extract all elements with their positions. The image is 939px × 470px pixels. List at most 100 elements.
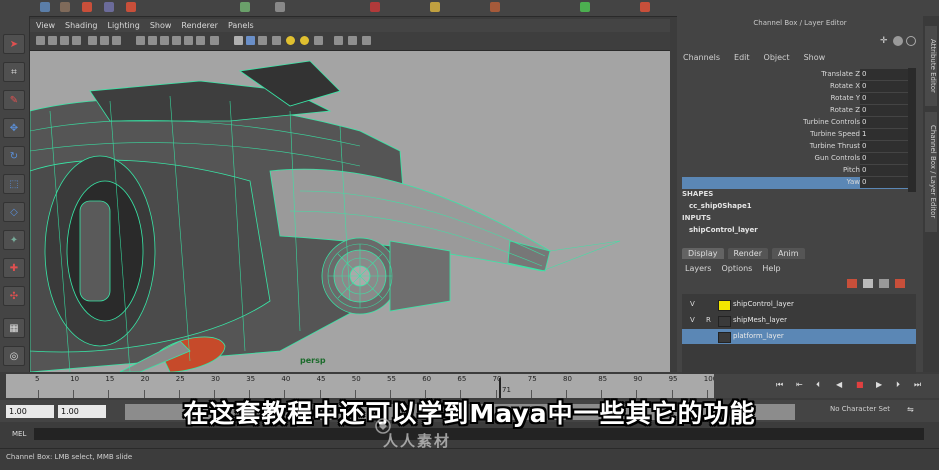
manipulator-tool-icon[interactable]: ◇: [3, 202, 25, 222]
menu-show[interactable]: Show: [150, 21, 172, 30]
xray-icon[interactable]: [210, 36, 219, 45]
shelf-tool-icon[interactable]: [490, 2, 500, 12]
shelf-tool-icon[interactable]: [580, 2, 590, 12]
attr-value[interactable]: 0: [860, 93, 908, 104]
attr-value[interactable]: 0: [860, 117, 908, 128]
step-forward-frame-icon[interactable]: ⏵: [896, 380, 900, 390]
menu-layers[interactable]: Layers: [685, 264, 711, 273]
3d-viewport[interactable]: [30, 51, 670, 372]
film-gate-icon[interactable]: [100, 36, 109, 45]
lasso-tool-icon[interactable]: ⌗: [3, 62, 25, 82]
light-sphere-icon[interactable]: [286, 36, 295, 45]
menu-shading[interactable]: Shading: [65, 21, 98, 30]
attr-row[interactable]: Turbine Controls 0: [682, 117, 908, 129]
delete-layer-icon[interactable]: [895, 279, 905, 288]
layer-color-swatch[interactable]: [718, 332, 731, 343]
layer-visibility[interactable]: V: [690, 300, 695, 308]
wire-cube-icon[interactable]: [246, 36, 255, 45]
attr-row[interactable]: Turbine Thrust 0: [682, 141, 908, 153]
shelf-tool-icon[interactable]: [40, 2, 50, 12]
shelf-tool-icon[interactable]: [126, 2, 136, 12]
layout-single-icon[interactable]: ▦: [3, 318, 25, 338]
stop-icon[interactable]: ■: [856, 380, 864, 389]
select-tool-icon[interactable]: ➤: [3, 34, 25, 54]
camera-attr-icon[interactable]: [48, 36, 57, 45]
attr-row[interactable]: Rotate Z0: [682, 105, 908, 117]
smooth-mesh-icon[interactable]: [314, 36, 323, 45]
sphere-icon[interactable]: [893, 36, 903, 46]
mel-label[interactable]: MEL: [12, 430, 26, 438]
attr-value[interactable]: 0: [860, 105, 908, 116]
dots-icon[interactable]: [272, 36, 281, 45]
rotate-tool-icon[interactable]: ↻: [3, 146, 25, 166]
menu-renderer[interactable]: Renderer: [181, 21, 218, 30]
attr-value[interactable]: 0: [860, 69, 908, 80]
camera-select-icon[interactable]: [36, 36, 45, 45]
attr-row-selected[interactable]: Yaw 0: [682, 177, 908, 189]
shape-item[interactable]: cc_ship0Shape1: [689, 202, 752, 210]
layer-reference[interactable]: R: [706, 316, 711, 324]
input-item[interactable]: shipControl_layer: [689, 226, 758, 234]
attr-value[interactable]: 0: [860, 153, 908, 164]
shelf-tool-icon[interactable]: [275, 2, 285, 12]
soft-mod-icon[interactable]: ✦: [3, 230, 25, 250]
attr-row[interactable]: Turbine Speed 1: [682, 129, 908, 141]
bookmark-icon[interactable]: [60, 36, 69, 45]
shelf-tool-icon[interactable]: [82, 2, 92, 12]
resolution-gate-icon[interactable]: [112, 36, 121, 45]
menu-view[interactable]: View: [36, 21, 55, 30]
checker-icon[interactable]: [258, 36, 267, 45]
tab-attribute-editor[interactable]: Attribute Editor: [925, 26, 937, 106]
new-layer-selected-icon[interactable]: [863, 279, 873, 288]
step-back-frame-icon[interactable]: ⏴: [816, 380, 820, 390]
attr-row[interactable]: Pitch 0: [682, 165, 908, 177]
layer-visibility[interactable]: V: [690, 316, 695, 324]
scale-tool-icon[interactable]: ⬚: [3, 174, 25, 194]
cube-icon[interactable]: [234, 36, 243, 45]
tab-render[interactable]: Render: [727, 248, 768, 259]
layer-row[interactable]: V R shipMesh_layer: [682, 313, 916, 328]
attr-value[interactable]: 1: [860, 129, 908, 140]
axis-icon[interactable]: ✛: [880, 36, 890, 46]
tools-icon[interactable]: [362, 36, 371, 45]
attr-row[interactable]: Gun Controls 0: [682, 153, 908, 165]
attr-value[interactable]: 0: [860, 141, 908, 152]
wire-on-shaded-icon[interactable]: [160, 36, 169, 45]
attr-row[interactable]: Translate Z0: [682, 69, 908, 81]
go-to-end-icon[interactable]: ⏭: [914, 380, 921, 390]
menu-edit[interactable]: Edit: [734, 53, 750, 62]
layer-color-swatch[interactable]: [718, 316, 731, 327]
textured-icon[interactable]: [172, 36, 181, 45]
play-forward-icon[interactable]: ▶: [876, 380, 882, 389]
cube-outline-icon[interactable]: [348, 36, 357, 45]
layer-row[interactable]: V shipControl_layer: [682, 297, 916, 312]
shelf-tool-icon[interactable]: [640, 2, 650, 12]
grid-icon[interactable]: [88, 36, 97, 45]
go-to-start-icon[interactable]: ⏮: [776, 380, 783, 390]
tab-display[interactable]: Display: [682, 248, 724, 259]
menu-show[interactable]: Show: [804, 53, 826, 62]
move-layer-up-icon[interactable]: [879, 279, 889, 288]
wireframe-icon[interactable]: [136, 36, 145, 45]
layout-quad-icon[interactable]: ◎: [3, 346, 25, 366]
channel-scrollbar[interactable]: [908, 68, 916, 192]
new-layer-icon[interactable]: [847, 279, 857, 288]
menu-panels[interactable]: Panels: [228, 21, 254, 30]
use-lights-icon[interactable]: [184, 36, 193, 45]
menu-help[interactable]: Help: [762, 264, 780, 273]
show-manip-icon[interactable]: ✣: [3, 286, 25, 306]
attr-value[interactable]: 0: [860, 177, 908, 188]
isolate-icon[interactable]: [334, 36, 343, 45]
attr-row[interactable]: Rotate X0: [682, 81, 908, 93]
shelf-tool-icon[interactable]: [370, 2, 380, 12]
paint-select-icon[interactable]: ✎: [3, 90, 25, 110]
image-plane-icon[interactable]: [72, 36, 81, 45]
tab-channel-box[interactable]: Channel Box / Layer Editor: [925, 112, 937, 232]
menu-options[interactable]: Options: [721, 264, 752, 273]
attr-value[interactable]: 0: [860, 81, 908, 92]
menu-channels[interactable]: Channels: [683, 53, 720, 62]
layer-row-selected[interactable]: platform_layer: [682, 329, 916, 344]
layer-color-swatch[interactable]: [718, 300, 731, 311]
default-light-icon[interactable]: [300, 36, 309, 45]
move-tool-icon[interactable]: ✥: [3, 118, 25, 138]
